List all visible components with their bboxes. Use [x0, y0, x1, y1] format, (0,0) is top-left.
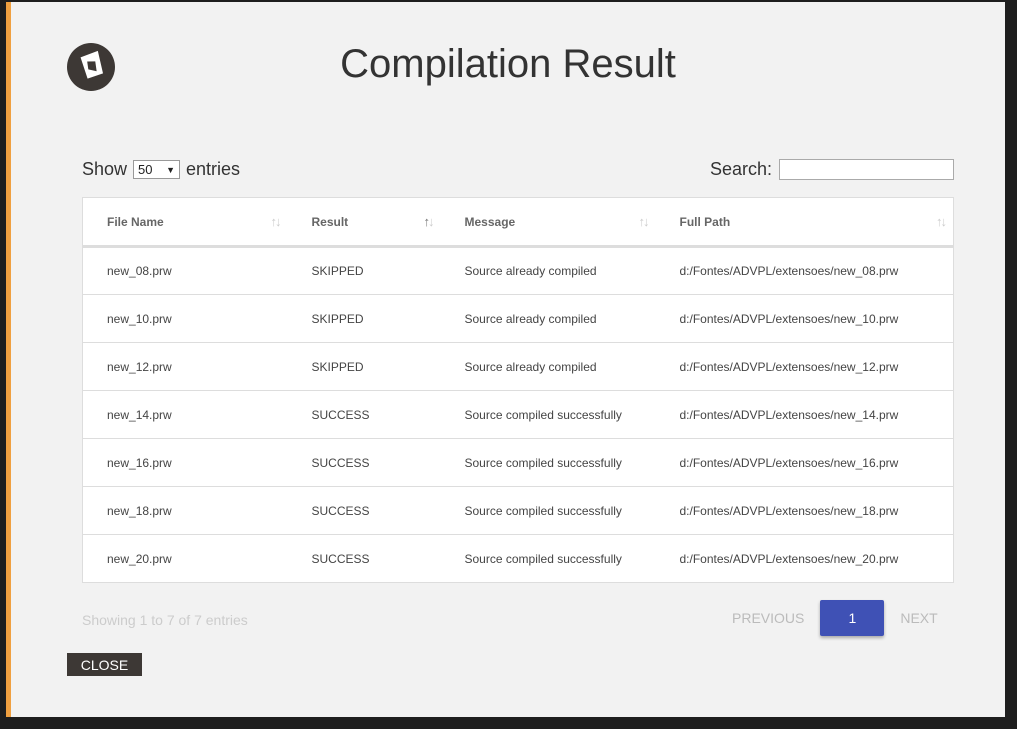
column-label: Full Path — [679, 214, 731, 229]
table-info: Showing 1 to 7 of 7 entries — [82, 612, 248, 628]
search-input[interactable] — [779, 159, 954, 180]
dropdown-arrow-icon: ▼ — [166, 164, 176, 175]
dialog-title: Compilation Result — [340, 42, 676, 86]
column-label: File Name — [107, 214, 164, 229]
table-row: new_14.prw SUCCESS Source compiled success… — [82, 390, 954, 439]
compilation-result-dialog: Compilation Result Show 50 ▼ entries Sea… — [11, 2, 1005, 717]
cell-message: Source compiled successfully — [440, 438, 656, 487]
table-row: new_12.prw SKIPPED Source already compiled… — [82, 342, 954, 391]
results-table: File Name ↑↓ Result ↑↓ Message ↑↓ Full Path… — [82, 197, 954, 583]
previous-button[interactable]: PREVIOUS — [732, 610, 804, 626]
search-label: Search: — [709, 159, 772, 179]
cell-file-name: new_18.prw — [82, 486, 288, 535]
table-row: new_20.prw SUCCESS Source compiled success… — [82, 534, 954, 583]
table-row: new_10.prw SKIPPED Source already compiled… — [82, 294, 954, 343]
search-control: Search: — [710, 159, 954, 180]
table-row: new_08.prw SKIPPED Source already compiled… — [82, 246, 954, 295]
cell-result: SUCCESS — [287, 438, 441, 487]
cell-full-path: d:/Fontes/ADVPL/extensoes/new_18.prw — [655, 486, 954, 535]
pagination: PREVIOUS 1 NEXT — [732, 600, 938, 636]
table-row: new_16.prw SUCCESS Source compiled success… — [82, 438, 954, 487]
page-length-control: Show 50 ▼ entries — [82, 159, 240, 180]
cell-file-name: new_08.prw — [82, 246, 288, 295]
cell-message: Source already compiled — [440, 342, 656, 391]
page-1-button[interactable]: 1 — [820, 600, 885, 636]
show-label: Show — [82, 159, 128, 179]
column-header-message[interactable]: Message ↑↓ — [440, 197, 656, 248]
sort-icon: ↑↓ — [936, 214, 947, 229]
cell-full-path: d:/Fontes/ADVPL/extensoes/new_08.prw — [655, 246, 954, 295]
cell-message: Source already compiled — [440, 246, 656, 295]
cell-full-path: d:/Fontes/ADVPL/extensoes/new_12.prw — [655, 342, 954, 391]
entries-label: entries — [186, 159, 241, 179]
close-button[interactable]: CLOSE — [67, 653, 142, 676]
sort-icon: ↑↓ — [638, 214, 650, 229]
sort-ascending-icon: ↑↓ — [423, 214, 435, 229]
cell-result: SKIPPED — [287, 342, 441, 391]
column-label: Message — [464, 214, 516, 229]
cell-file-name: new_12.prw — [82, 342, 288, 391]
cell-full-path: d:/Fontes/ADVPL/extensoes/new_20.prw — [655, 534, 954, 583]
cell-full-path: d:/Fontes/ADVPL/extensoes/new_10.prw — [655, 294, 954, 343]
table-row: new_18.prw SUCCESS Source compiled success… — [82, 486, 954, 535]
page-length-select[interactable]: 50 ▼ — [133, 160, 181, 179]
cell-file-name: new_20.prw — [82, 534, 288, 583]
page-length-value: 50 — [138, 162, 153, 177]
sort-icon: ↑↓ — [270, 214, 282, 229]
cell-result: SUCCESS — [287, 534, 441, 583]
cell-result: SUCCESS — [287, 390, 441, 439]
cell-file-name: new_14.prw — [82, 390, 288, 439]
cell-result: SKIPPED — [287, 294, 441, 343]
column-header-full-path[interactable]: Full Path ↑↓ — [655, 197, 954, 248]
column-header-result[interactable]: Result ↑↓ — [287, 197, 441, 248]
cell-file-name: new_10.prw — [82, 294, 288, 343]
cell-result: SKIPPED — [287, 246, 441, 295]
cell-message: Source already compiled — [440, 294, 656, 343]
cell-full-path: d:/Fontes/ADVPL/extensoes/new_16.prw — [655, 438, 954, 487]
cell-message: Source compiled successfully — [440, 486, 656, 535]
cell-result: SUCCESS — [287, 486, 441, 535]
next-button[interactable]: NEXT — [900, 610, 937, 626]
cell-full-path: d:/Fontes/ADVPL/extensoes/new_14.prw — [655, 390, 954, 439]
column-header-file-name[interactable]: File Name ↑↓ — [82, 197, 288, 248]
cell-file-name: new_16.prw — [82, 438, 288, 487]
cell-message: Source compiled successfully — [440, 534, 656, 583]
cell-message: Source compiled successfully — [440, 390, 656, 439]
column-label: Result — [311, 214, 349, 229]
table-header-row: File Name ↑↓ Result ↑↓ Message ↑↓ Full Path… — [82, 197, 954, 248]
